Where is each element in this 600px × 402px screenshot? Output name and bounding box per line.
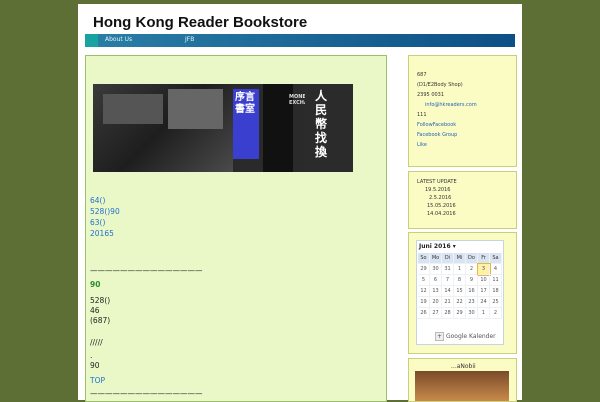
- main-link-3[interactable]: 63(): [90, 218, 105, 228]
- contact-line-1: 687: [417, 72, 427, 78]
- calendar-dow: Mo: [430, 253, 442, 264]
- calendar-day[interactable]: 7: [442, 275, 454, 286]
- google-calendar-footer[interactable]: + Google Kalender: [435, 332, 496, 341]
- nav-bar: About Us JFB: [85, 34, 515, 47]
- calendar-day[interactable]: 4: [490, 264, 502, 275]
- calendar-day[interactable]: 29: [454, 308, 466, 319]
- banner-exchange-text: MONEY EXCHANGE: [289, 94, 320, 106]
- follow-facebook-link[interactable]: FollowFacebook: [417, 122, 456, 128]
- main-link-4[interactable]: 20165: [90, 229, 114, 239]
- sidebar-latest-update: LATEST UPDATE 19.5.2016 2.5.2016 15.05.2…: [408, 171, 517, 229]
- sidebar-contact: 687 (D1/E2Body Shop) 2395 0031 info@hkre…: [408, 55, 517, 167]
- calendar-day[interactable]: 19: [418, 297, 430, 308]
- calendar-dow: Sa: [490, 253, 502, 264]
- calendar-day[interactable]: 17: [478, 286, 490, 297]
- calendar-day[interactable]: 23: [466, 297, 478, 308]
- top-link[interactable]: TOP: [90, 376, 105, 386]
- divider-1: ———————————————: [90, 266, 203, 275]
- calendar-day-today[interactable]: 3: [477, 263, 491, 276]
- calendar-day[interactable]: 31: [442, 264, 454, 275]
- contact-phone-short: 111: [417, 112, 427, 118]
- main-line-2: 46: [90, 306, 100, 315]
- calendar-day[interactable]: 1: [478, 308, 490, 319]
- nav-about-us[interactable]: About Us: [105, 36, 132, 43]
- calendar-day[interactable]: 30: [466, 308, 478, 319]
- calendar-day[interactable]: 20: [430, 297, 442, 308]
- update-date-3[interactable]: 15.05.2016: [427, 203, 456, 209]
- calendar-day[interactable]: 9: [466, 275, 478, 286]
- calendar-day[interactable]: 8: [454, 275, 466, 286]
- anobii-title: ...aNobii: [451, 363, 476, 370]
- calendar-grid: So Mo Di Mi Do Fr Sa 29 30 31 1 2 3 4 5 …: [418, 253, 502, 319]
- calendar-day[interactable]: 15: [454, 286, 466, 297]
- contact-email-link[interactable]: info@hkreaders.com: [425, 102, 477, 108]
- banner-sign-text: 序言書室: [235, 92, 255, 115]
- contact-line-2: (D1/E2Body Shop): [417, 82, 463, 88]
- calendar-day[interactable]: 16: [466, 286, 478, 297]
- main-link-1[interactable]: 64(): [90, 196, 105, 206]
- banner-chinese-right: 人民幣找換: [315, 89, 328, 159]
- google-calendar-widget[interactable]: Juni 2016 ▾ So Mo Di Mi Do Fr Sa 29 30 3…: [416, 240, 504, 345]
- calendar-dow: Di: [442, 253, 454, 264]
- chevron-down-icon[interactable]: ▾: [453, 243, 456, 250]
- calendar-day[interactable]: 21: [442, 297, 454, 308]
- anobii-books-widget[interactable]: ...aNobii: [415, 363, 509, 401]
- main-line-1: 528(): [90, 296, 111, 305]
- calendar-dow: Fr: [478, 253, 490, 264]
- calendar-day[interactable]: 11: [490, 275, 502, 286]
- latest-update-title: LATEST UPDATE: [417, 179, 457, 185]
- calendar-day[interactable]: 30: [430, 264, 442, 275]
- calendar-day[interactable]: 2: [490, 308, 502, 319]
- calendar-month-header[interactable]: Juni 2016 ▾: [419, 243, 456, 250]
- calendar-day[interactable]: 14: [442, 286, 454, 297]
- update-date-1[interactable]: 19.5.2016: [425, 187, 450, 193]
- calendar-dow: Do: [466, 253, 478, 264]
- facebook-group-link[interactable]: Facebook Group: [417, 132, 457, 138]
- nav-jfb[interactable]: JFB: [185, 36, 194, 43]
- main-dot: .: [90, 351, 93, 360]
- calendar-day[interactable]: 25: [490, 297, 502, 308]
- calendar-day[interactable]: 5: [418, 275, 430, 286]
- update-date-4[interactable]: 14.04.2016: [427, 211, 456, 217]
- divider-2: ———————————————: [90, 389, 203, 398]
- banner-image: 序言書室 MONEY EXCHANGE 人民幣找換: [93, 84, 353, 172]
- calendar-dow: Mi: [454, 253, 466, 264]
- nav-accent: [85, 34, 98, 47]
- calendar-day[interactable]: 1: [454, 264, 466, 275]
- sidebar-anobii: ...aNobii: [408, 358, 517, 402]
- calendar-day[interactable]: 26: [418, 308, 430, 319]
- like-link[interactable]: Like: [417, 142, 427, 148]
- calendar-day[interactable]: 22: [454, 297, 466, 308]
- main-content: 序言書室 MONEY EXCHANGE 人民幣找換 64() 528()90 6…: [85, 55, 387, 402]
- calendar-day[interactable]: 28: [442, 308, 454, 319]
- calendar-day[interactable]: 27: [430, 308, 442, 319]
- contact-line-3: 2395 0031: [417, 92, 445, 98]
- highlight-number: 90: [90, 280, 101, 289]
- site-title[interactable]: Hong Kong Reader Bookstore: [93, 14, 307, 31]
- plus-icon[interactable]: +: [435, 332, 445, 341]
- calendar-day[interactable]: 18: [490, 286, 502, 297]
- main-line-3: (687): [90, 316, 111, 325]
- calendar-day[interactable]: 29: [418, 264, 430, 275]
- calendar-dow: So: [418, 253, 430, 264]
- calendar-day[interactable]: 24: [478, 297, 490, 308]
- page-container: Hong Kong Reader Bookstore About Us JFB …: [78, 4, 522, 402]
- main-num: 90: [90, 361, 100, 370]
- main-slashes: /////: [90, 338, 103, 347]
- sidebar-calendar: Juni 2016 ▾ So Mo Di Mi Do Fr Sa 29 30 3…: [408, 232, 517, 354]
- main-link-2[interactable]: 528()90: [90, 207, 120, 217]
- calendar-day[interactable]: 2: [466, 264, 478, 275]
- calendar-day[interactable]: 12: [418, 286, 430, 297]
- calendar-day[interactable]: 6: [430, 275, 442, 286]
- update-date-2[interactable]: 2.5.2016: [429, 195, 451, 201]
- calendar-day[interactable]: 10: [478, 275, 490, 286]
- calendar-day[interactable]: 13: [430, 286, 442, 297]
